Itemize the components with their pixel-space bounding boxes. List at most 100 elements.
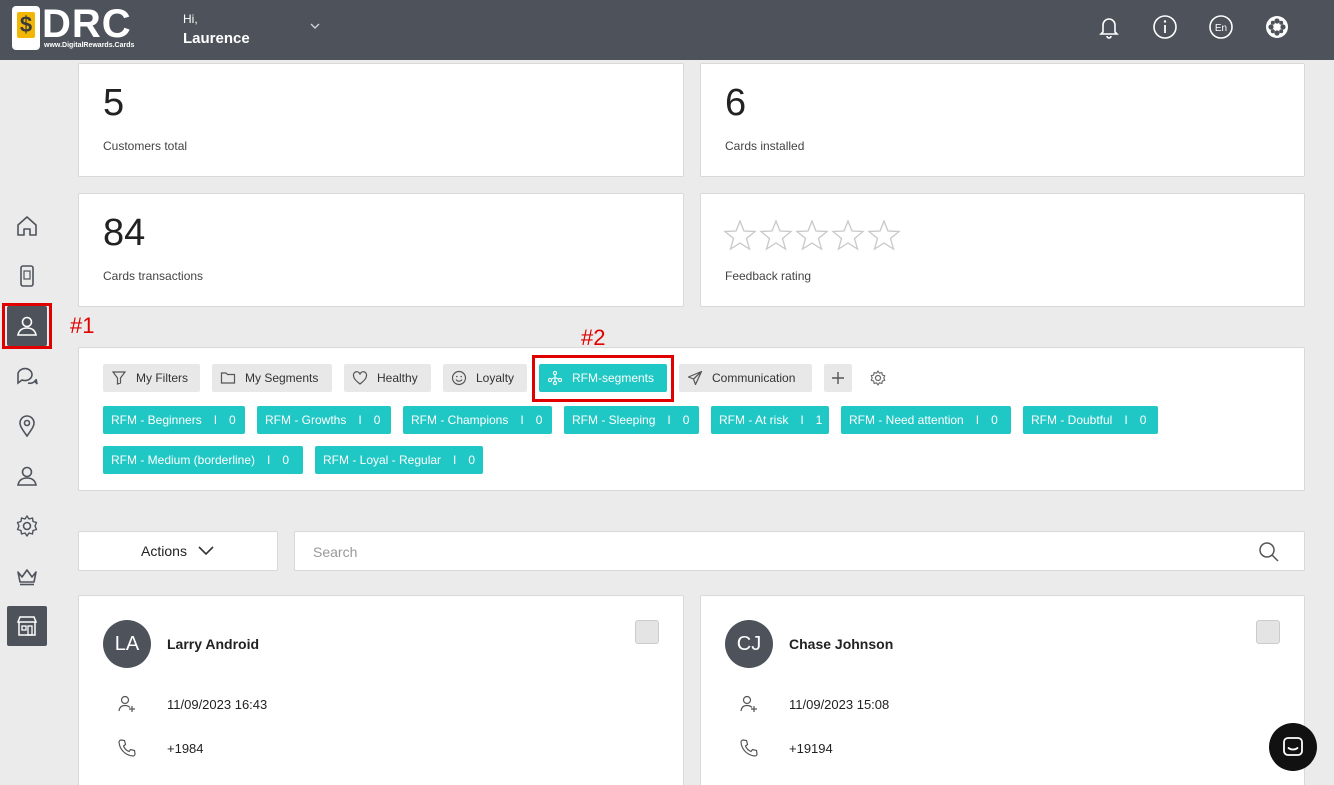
select-checkbox[interactable]: [635, 620, 659, 644]
sidebar-item-crown[interactable]: [7, 556, 47, 596]
tab-loyalty[interactable]: Loyalty: [443, 364, 527, 392]
highlight-box-1: [2, 303, 52, 349]
segment-separator: I: [453, 453, 457, 467]
segment-chip-need-attention[interactable]: RFM - Need attention I 0: [841, 406, 1011, 434]
segment-separator: I: [975, 413, 980, 427]
sidebar: [0, 60, 54, 785]
info-icon[interactable]: [1152, 14, 1178, 40]
segment-chip-sleeping[interactable]: RFM - Sleeping I 0: [564, 406, 699, 434]
segment-chip-champions[interactable]: RFM - Champions I 0: [403, 406, 552, 434]
actions-dropdown[interactable]: Actions: [78, 531, 278, 571]
segment-count: 0: [229, 413, 236, 427]
add-tab-button[interactable]: [824, 364, 852, 392]
stat-value: 84: [103, 212, 146, 254]
segment-label: RFM - Champions: [411, 413, 509, 427]
logo-text: DRC: [42, 2, 132, 46]
stat-card-cards-installed: 6 Cards installed: [700, 63, 1305, 177]
tab-my-segments[interactable]: My Segments: [212, 364, 332, 392]
select-checkbox[interactable]: [1256, 620, 1280, 644]
language-icon[interactable]: En: [1208, 14, 1234, 40]
store-icon: [16, 616, 38, 636]
stat-card-transactions: 84 Cards transactions: [78, 193, 684, 307]
avatar: LA: [103, 620, 151, 668]
sidebar-item-home[interactable]: [7, 206, 47, 246]
home-icon: [17, 216, 37, 236]
star-icon: [831, 219, 865, 251]
sidebar-item-settings[interactable]: [7, 506, 47, 546]
segment-separator: I: [213, 413, 218, 427]
customer-card[interactable]: LA Larry Android 11/09/2023 16:43 +1984: [78, 595, 684, 785]
tab-my-filters[interactable]: My Filters: [103, 364, 200, 392]
segment-label: RFM - Medium (borderline): [111, 453, 256, 467]
segment-separator: I: [800, 413, 804, 427]
tab-label: My Filters: [136, 371, 188, 385]
user-name[interactable]: Laurence: [183, 30, 250, 47]
tab-label: Communication: [712, 371, 796, 385]
avatar: CJ: [725, 620, 773, 668]
search-input[interactable]: [313, 540, 1213, 564]
segment-label: RFM - Need attention: [849, 413, 964, 427]
segment-count: 0: [373, 413, 381, 427]
segment-separator: I: [1124, 413, 1128, 427]
segment-count: 0: [1139, 413, 1147, 427]
stat-card-customers: 5 Customers total: [78, 63, 684, 177]
segment-chip-at-risk[interactable]: RFM - At risk I 1: [711, 406, 829, 434]
tab-label: Healthy: [377, 371, 418, 385]
greeting: Hi,: [183, 12, 198, 26]
segment-chip-medium-borderline[interactable]: RFM - Medium (borderline) I 0: [103, 446, 303, 474]
logo-dollar-symbol: $: [17, 12, 35, 38]
tab-healthy[interactable]: Healthy: [344, 364, 431, 392]
sidebar-item-location[interactable]: [7, 406, 47, 446]
actions-label: Actions: [141, 543, 187, 559]
segment-chip-loyal-regular[interactable]: RFM - Loyal - Regular I 0: [315, 446, 483, 474]
sidebar-item-cards[interactable]: [7, 256, 47, 296]
stat-value: 5: [103, 82, 125, 124]
segment-label: RFM - Loyal - Regular: [323, 453, 442, 467]
user-added-icon: [118, 695, 135, 712]
customer-name[interactable]: Larry Android: [167, 636, 259, 652]
smile-icon: [451, 370, 467, 386]
sidebar-item-store[interactable]: [7, 606, 47, 646]
annotation-label-1: #1: [70, 313, 95, 338]
search-icon[interactable]: [1258, 541, 1280, 563]
settings-flower-icon[interactable]: [1264, 14, 1290, 40]
customer-name[interactable]: Chase Johnson: [789, 636, 893, 652]
segment-chip-beginners[interactable]: RFM - Beginners I 0: [103, 406, 245, 434]
segment-label: RFM - At risk: [719, 413, 789, 427]
sidebar-item-chat[interactable]: [7, 356, 47, 396]
stat-label: Cards installed: [725, 139, 805, 153]
stat-label: Feedback rating: [725, 269, 812, 283]
segment-chip-growths[interactable]: RFM - Growths I 0: [257, 406, 391, 434]
segment-separator: I: [667, 413, 671, 427]
star-icon: [867, 219, 901, 251]
segment-count: 0: [282, 453, 290, 467]
tab-communication[interactable]: Communication: [679, 364, 812, 392]
heart-icon: [352, 371, 368, 385]
segment-chip-doubtful[interactable]: RFM - Doubtful I 0: [1023, 406, 1158, 434]
logo-phone-icon: $: [12, 6, 40, 50]
logo-url: www.DigitalRewards.Cards: [44, 42, 135, 49]
customer-card[interactable]: CJ Chase Johnson 11/09/2023 15:08 +19194: [700, 595, 1305, 785]
customer-phone: +19194: [789, 741, 833, 756]
highlight-box-2: [532, 355, 674, 402]
tab-label: Loyalty: [476, 371, 515, 385]
segment-separator: I: [267, 453, 271, 467]
folder-icon: [220, 372, 236, 384]
tab-label: My Segments: [245, 371, 319, 385]
segment-count: 1: [815, 413, 823, 427]
stat-card-feedback: Feedback rating: [700, 193, 1305, 307]
star-icon: [723, 219, 757, 251]
bell-icon[interactable]: [1096, 14, 1122, 40]
crown-icon: [17, 569, 37, 586]
language-code: En: [1215, 23, 1227, 34]
segment-label: RFM - Sleeping: [572, 413, 656, 427]
sidebar-item-user[interactable]: [7, 456, 47, 496]
support-chat-button[interactable]: [1269, 723, 1317, 771]
customer-date: 11/09/2023 16:43: [167, 697, 268, 712]
gear-icon[interactable]: [869, 369, 887, 387]
chevron-down-icon[interactable]: [309, 20, 321, 32]
drc-logo[interactable]: $ DRC www.DigitalRewards.Cards: [12, 2, 137, 52]
star-rating: [723, 218, 901, 252]
settings-icon: [16, 515, 38, 537]
send-icon: [687, 370, 703, 386]
